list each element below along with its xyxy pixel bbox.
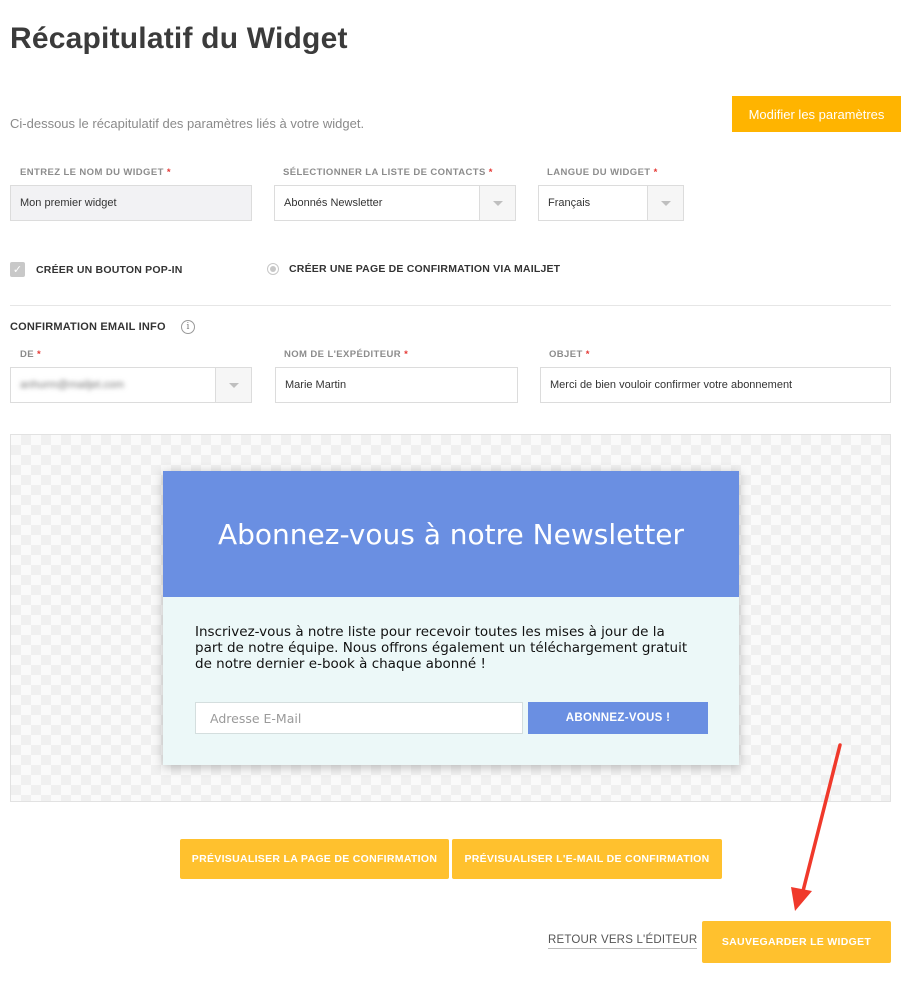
section-divider xyxy=(10,305,891,306)
widget-name-input[interactable]: Mon premier widget xyxy=(10,185,252,221)
preview-confirmation-email-button[interactable]: PRÉVISUALISER L'E-MAIL DE CONFIRMATION xyxy=(452,839,722,879)
radio-dot-icon xyxy=(270,266,276,272)
newsletter-widget-preview: Abonnez-vous à notre Newsletter Inscrive… xyxy=(163,471,739,765)
modify-settings-button[interactable]: Modifier les paramètres xyxy=(732,96,901,132)
contact-list-select[interactable]: Abonnés Newsletter xyxy=(274,185,516,221)
annotation-arrow-icon xyxy=(791,743,842,911)
language-dropdown-toggle[interactable] xyxy=(647,186,683,220)
widget-name-label: ENTREZ LE NOM DU WIDGET * xyxy=(20,167,171,178)
page-title: Récapitulatif du Widget xyxy=(10,22,348,55)
from-label: DE * xyxy=(20,349,42,360)
popin-option-label: CRÉER UN BOUTON POP-IN xyxy=(36,264,183,276)
subject-label: OBJET * xyxy=(549,349,590,360)
preview-confirmation-page-button[interactable]: PRÉVISUALISER LA PAGE DE CONFIRMATION xyxy=(180,839,449,879)
info-icon[interactable]: i xyxy=(181,320,195,334)
popin-checkbox[interactable]: ✓ xyxy=(10,262,25,277)
widget-email-input[interactable]: Adresse E-Mail xyxy=(195,702,523,734)
widget-header: Abonnez-vous à notre Newsletter xyxy=(163,471,739,597)
contact-list-dropdown-toggle[interactable] xyxy=(479,186,515,220)
subject-input[interactable]: Merci de bien vouloir confirmer votre ab… xyxy=(540,367,891,403)
widget-title: Abonnez-vous à notre Newsletter xyxy=(217,517,685,551)
chevron-down-icon xyxy=(492,200,503,206)
from-dropdown-toggle[interactable] xyxy=(215,368,251,402)
page-subtitle: Ci-dessous le récapitulatif des paramètr… xyxy=(10,116,365,131)
sender-name-label: NOM DE L'EXPÉDITEUR * xyxy=(284,349,409,360)
chevron-down-icon xyxy=(228,382,239,388)
confirmation-page-radio[interactable] xyxy=(267,263,279,275)
contact-list-label: SÉLECTIONNER LA LISTE DE CONTACTS * xyxy=(283,167,493,178)
chevron-down-icon xyxy=(660,200,671,206)
from-select[interactable]: anhurm@mailjet.com xyxy=(10,367,252,403)
widget-description: Inscrivez-vous à notre liste pour recevo… xyxy=(195,624,688,672)
language-label: LANGUE DU WIDGET * xyxy=(547,167,658,178)
save-widget-button[interactable]: SAUVEGARDER LE WIDGET xyxy=(702,921,891,963)
confirmation-section-title: CONFIRMATION EMAIL INFO xyxy=(10,321,166,333)
widget-subscribe-button[interactable]: ABONNEZ-VOUS ! xyxy=(528,702,708,734)
back-to-editor-link[interactable]: RETOUR VERS L'ÉDITEUR xyxy=(548,934,698,949)
language-select[interactable]: Français xyxy=(538,185,684,221)
confirmation-page-option-label: CRÉER UNE PAGE DE CONFIRMATION VIA MAILJ… xyxy=(289,263,561,275)
check-icon: ✓ xyxy=(12,264,23,276)
sender-name-input[interactable]: Marie Martin xyxy=(275,367,518,403)
